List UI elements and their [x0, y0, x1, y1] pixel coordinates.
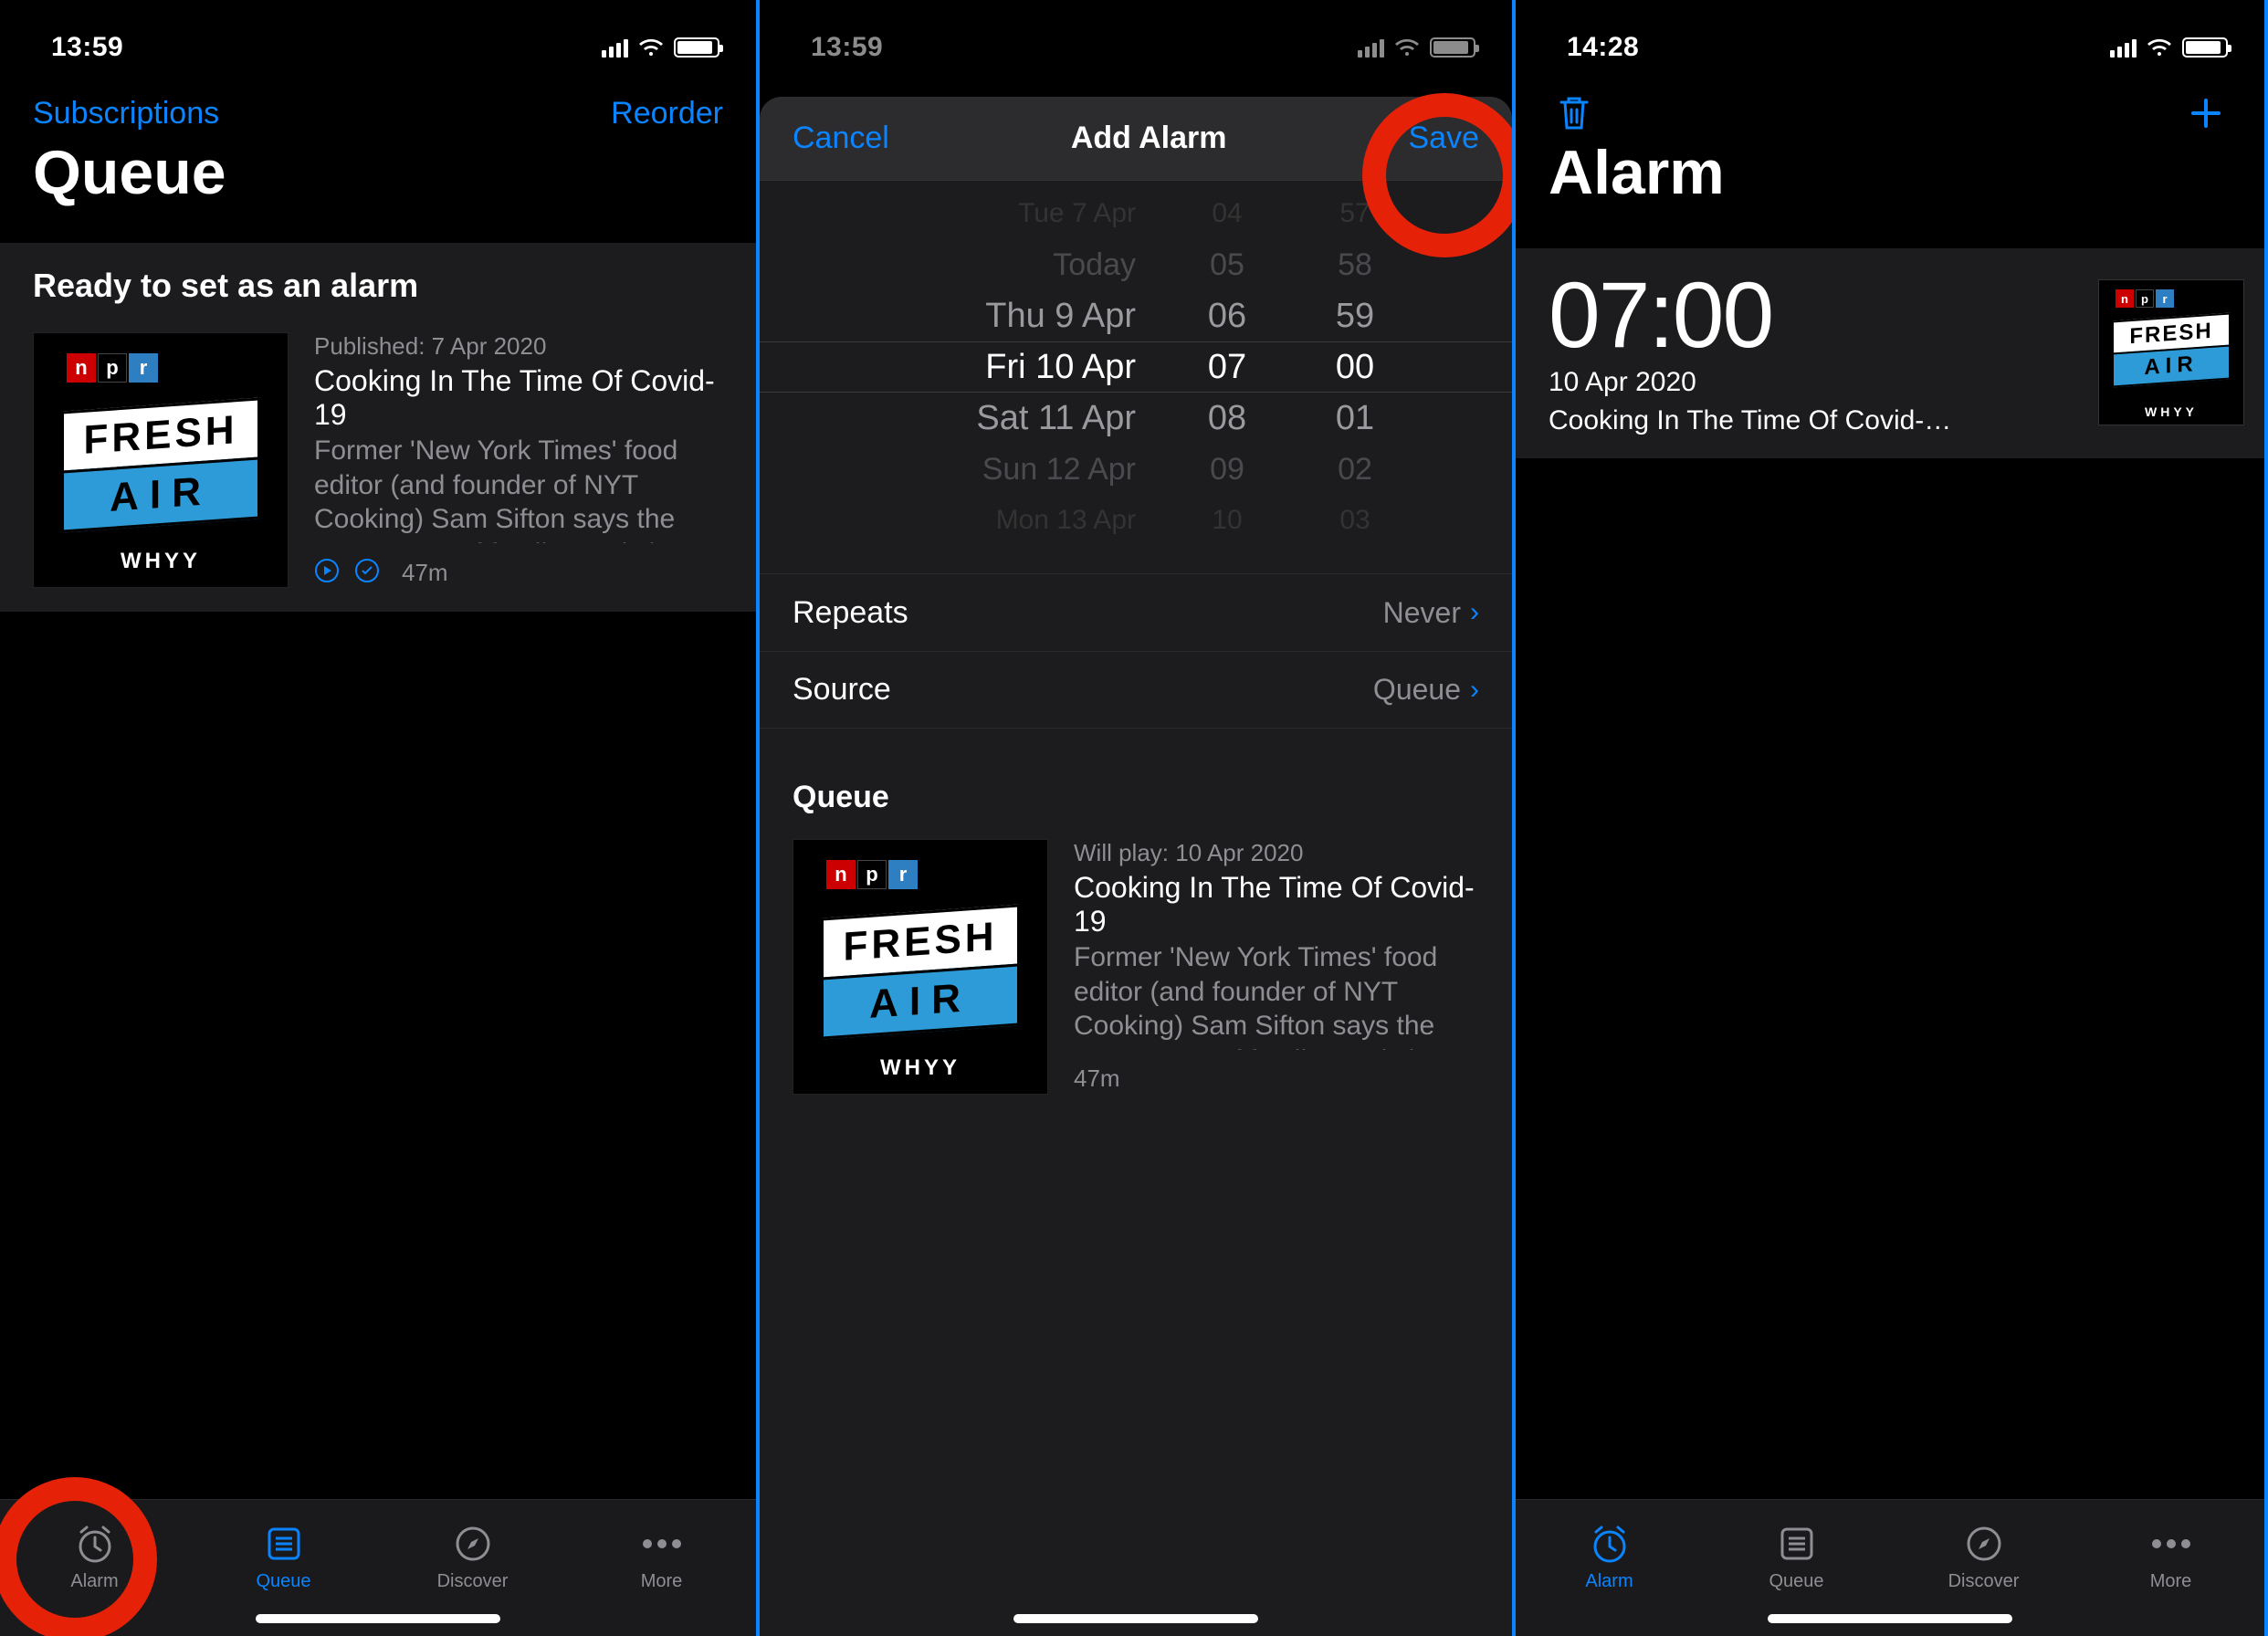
- status-bar: 14:28: [1516, 0, 2264, 80]
- tab-label: Alarm: [1585, 1571, 1633, 1592]
- repeats-value: Never: [1383, 596, 1461, 630]
- alarm-card[interactable]: 07:00 10 Apr 2020 Cooking In The Time Of…: [1516, 248, 2264, 458]
- more-dots-icon: [2152, 1522, 2190, 1566]
- episode-description: Former 'New York Times' food editor (and…: [1074, 940, 1485, 1050]
- subscriptions-button[interactable]: Subscriptions: [33, 96, 219, 131]
- signal-icon: [602, 37, 628, 58]
- plus-icon: [2188, 95, 2224, 131]
- picker-date-column[interactable]: Tue 7 Apr Today Thu 9 Apr Fri 10 Apr Sat…: [880, 188, 1136, 546]
- alarm-episode-title: Cooking In The Time Of Covid-…: [1549, 405, 2076, 436]
- episode-artwork: npr FRESH AIR WHYY: [33, 332, 289, 588]
- tab-label: Discover: [1948, 1571, 2020, 1592]
- reorder-button[interactable]: Reorder: [611, 96, 723, 131]
- chevron-right-icon: ›: [1470, 597, 1479, 628]
- source-value: Queue: [1373, 673, 1461, 707]
- status-icons: [602, 37, 719, 58]
- source-row[interactable]: Source Queue ›: [760, 651, 1512, 728]
- add-button[interactable]: [2180, 88, 2231, 139]
- checkmark-icon[interactable]: [354, 558, 380, 588]
- navbar: Subscriptions Reorder: [0, 80, 756, 137]
- episode-row[interactable]: npr FRESH AIR WHYY Published: 7 Apr 2020…: [0, 314, 756, 612]
- home-indicator[interactable]: [1013, 1614, 1258, 1623]
- episode-title: Cooking In The Time Of Covid-19: [314, 364, 729, 432]
- alarm-settings-list: Repeats Never › Source Queue ›: [760, 573, 1512, 729]
- tab-label: More: [641, 1571, 683, 1592]
- fresh-air-artwork: npr FRESH AIR WHYY: [2098, 279, 2244, 425]
- tab-label: Discover: [437, 1571, 509, 1592]
- fresh-air-artwork: npr FRESH AIR WHYY: [793, 839, 1048, 1095]
- alarm-time: 07:00: [1549, 268, 2076, 362]
- tab-label: Alarm: [70, 1571, 118, 1592]
- datetime-picker[interactable]: Tue 7 Apr Today Thu 9 Apr Fri 10 Apr Sat…: [760, 181, 1512, 546]
- alarm-clock-icon: [74, 1522, 116, 1566]
- play-icon[interactable]: [314, 558, 340, 588]
- episode-published: Published: 7 Apr 2020: [314, 332, 729, 361]
- alarm-date: 10 Apr 2020: [1549, 367, 2076, 398]
- cancel-button[interactable]: Cancel: [793, 121, 889, 156]
- episode-title: Cooking In The Time Of Covid-19: [1074, 871, 1485, 939]
- signal-icon: [2110, 37, 2137, 58]
- compass-icon: [1964, 1522, 2004, 1566]
- picker-minute-column[interactable]: 57 58 59 00 01 02 03: [1318, 188, 1391, 546]
- battery-icon: [2182, 37, 2228, 58]
- queue-header: Queue: [760, 780, 1512, 821]
- tab-label: Queue: [256, 1571, 310, 1592]
- home-indicator[interactable]: [256, 1614, 500, 1623]
- compass-icon: [453, 1522, 493, 1566]
- section-header: Ready to set as an alarm: [0, 243, 756, 314]
- tab-more[interactable]: More: [567, 1500, 756, 1636]
- tab-alarm[interactable]: Alarm: [1516, 1500, 1703, 1636]
- modal-title: Add Alarm: [1071, 121, 1227, 156]
- add-alarm-modal: Cancel Add Alarm Save Tue 7 Apr Today Th…: [760, 97, 1512, 1636]
- home-indicator[interactable]: [1768, 1614, 2012, 1623]
- picker-hour-column[interactable]: 04 05 06 07 08 09 10: [1191, 188, 1264, 546]
- fresh-air-artwork: npr FRESH AIR WHYY: [33, 332, 289, 588]
- status-bar: 13:59: [0, 0, 756, 80]
- tab-more[interactable]: More: [2077, 1500, 2264, 1636]
- page-title: Queue: [0, 137, 756, 223]
- status-time: 14:28: [1567, 32, 1639, 63]
- delete-button[interactable]: [1549, 86, 1600, 141]
- navbar: [1516, 80, 2264, 137]
- repeats-row[interactable]: Repeats Never ›: [760, 574, 1512, 651]
- tab-alarm[interactable]: Alarm: [0, 1500, 189, 1636]
- status-icons: [2110, 37, 2228, 58]
- battery-icon: [674, 37, 719, 58]
- alarm-ready-section: Ready to set as an alarm npr FRESH AIR W…: [0, 243, 756, 612]
- queue-preview: Queue npr FRESH AIR WHYY Will: [760, 780, 1512, 1118]
- queue-list-icon: [1777, 1522, 1817, 1566]
- wifi-icon: [637, 37, 665, 58]
- episode-artwork: npr FRESH AIR WHYY: [793, 839, 1048, 1095]
- episode-willplay: Will play: 10 Apr 2020: [1074, 839, 1485, 867]
- tab-label: More: [2150, 1571, 2192, 1592]
- repeats-label: Repeats: [793, 595, 908, 631]
- status-time: 13:59: [51, 32, 123, 63]
- modal-header: Cancel Add Alarm Save: [760, 97, 1512, 181]
- more-dots-icon: [643, 1522, 681, 1566]
- episode-description: Former 'New York Times' food editor (and…: [314, 434, 729, 543]
- episode-duration: 47m: [402, 559, 448, 587]
- alarm-clock-icon: [1589, 1522, 1631, 1566]
- queue-list-icon: [264, 1522, 304, 1566]
- wifi-icon: [2146, 37, 2173, 58]
- source-label: Source: [793, 672, 891, 708]
- queue-episode-row[interactable]: npr FRESH AIR WHYY Will play: 10 Apr 202…: [760, 821, 1512, 1118]
- screen-add-alarm: 13:59 Cancel Add Alarm Save Tue 7 Apr To…: [756, 0, 1512, 1636]
- episode-duration: 47m: [1074, 1064, 1120, 1093]
- chevron-right-icon: ›: [1470, 675, 1479, 706]
- page-title: Alarm: [1516, 137, 2264, 223]
- save-button[interactable]: Save: [1409, 121, 1480, 156]
- screen-queue: 13:59 Subscriptions Reorder Queue Ready …: [0, 0, 756, 1636]
- screen-alarm-list: 14:28 Alarm 07:00 10 Apr: [1512, 0, 2268, 1636]
- trash-icon: [1556, 93, 1592, 133]
- tab-label: Queue: [1769, 1571, 1823, 1592]
